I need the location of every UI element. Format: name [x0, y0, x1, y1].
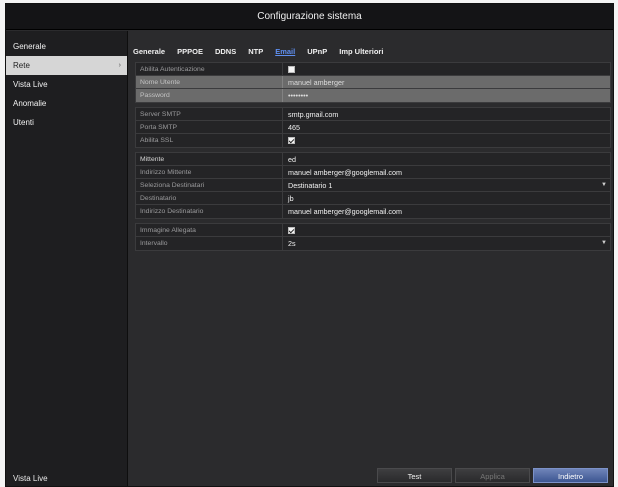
sender-address-row: Indirizzo Mittente manuel amberger@googl…: [136, 166, 610, 179]
username-row: Nome Utente manuel amberger: [136, 76, 610, 89]
config-window: Configurazione sistema Generale Rete › V…: [5, 3, 614, 487]
dropdown-arrow-icon: ▼: [601, 240, 607, 246]
test-button[interactable]: Test: [377, 468, 452, 483]
tab-email[interactable]: Email: [275, 45, 295, 59]
ssl-label: Abilita SSL: [136, 134, 283, 147]
sidebar-item-label: Generale: [13, 42, 46, 51]
interval-label: Intervallo: [136, 237, 283, 250]
email-settings-form: Abilita Autenticazione Nome Utente manue…: [135, 62, 611, 255]
sidebar-item-rete[interactable]: Rete ›: [6, 56, 127, 75]
password-label: Password: [136, 89, 283, 102]
recipient-select[interactable]: Destinatario 1 ▼: [283, 179, 610, 191]
sender-group: Mittente ed Indirizzo Mittente manuel am…: [135, 152, 611, 219]
port-field[interactable]: 465: [283, 121, 610, 133]
select-recipient-label: Seleziona Destinatari: [136, 179, 283, 191]
smtp-row: Server SMTP smtp.gmail.com: [136, 108, 610, 121]
attachment-group: Immagine Allegata Intervallo 2s ▼: [135, 223, 611, 251]
sidebar-item-label: Rete: [13, 61, 30, 70]
port-row: Porta SMTP 465: [136, 121, 610, 134]
recipient-row: Destinatario jb: [136, 192, 610, 205]
interval-select-value: 2s: [288, 239, 296, 248]
select-recipient-row: Seleziona Destinatari Destinatario 1 ▼: [136, 179, 610, 192]
attachment-label: Immagine Allegata: [136, 224, 283, 236]
sidebar-item-label: Utenti: [13, 118, 34, 127]
ssl-row: Abilita SSL: [136, 134, 610, 147]
sidebar-bottom-vista-live[interactable]: Vista Live: [13, 474, 48, 483]
auth-label: Abilita Autenticazione: [136, 63, 283, 75]
recipient-address-field[interactable]: manuel amberger@googlemail.com: [283, 205, 610, 218]
server-group: Server SMTP smtp.gmail.com Porta SMTP 46…: [135, 107, 611, 148]
recipient-address-label: Indirizzo Destinatario: [136, 205, 283, 218]
interval-select[interactable]: 2s ▼: [283, 237, 610, 250]
tab-upnp[interactable]: UPnP: [307, 45, 327, 59]
username-label: Nome Utente: [136, 76, 283, 88]
password-row: Password ••••••••: [136, 89, 610, 102]
tab-imp-ulteriori[interactable]: Imp Ulteriori: [339, 45, 383, 59]
back-button[interactable]: Indietro: [533, 468, 608, 483]
settings-panel: Generale PPPOE DDNS NTP Email UPnP Imp U…: [129, 31, 613, 486]
interval-row: Intervallo 2s ▼: [136, 237, 610, 250]
sidebar-item-vista-live[interactable]: Vista Live: [6, 75, 127, 94]
button-bar: Test Applica Indietro: [377, 468, 608, 483]
sidebar-item-label: Anomalie: [13, 99, 47, 108]
auth-group: Abilita Autenticazione Nome Utente manue…: [135, 62, 611, 103]
smtp-field[interactable]: smtp.gmail.com: [283, 108, 610, 120]
dropdown-arrow-icon: ▼: [601, 182, 607, 188]
port-label: Porta SMTP: [136, 121, 283, 133]
tab-bar: Generale PPPOE DDNS NTP Email UPnP Imp U…: [133, 45, 383, 59]
tab-ddns[interactable]: DDNS: [215, 45, 236, 59]
chevron-right-icon: ›: [118, 62, 121, 69]
recipient-field[interactable]: jb: [283, 192, 610, 204]
attachment-row: Immagine Allegata: [136, 224, 610, 237]
attachment-checkbox[interactable]: [288, 227, 295, 234]
tab-ntp[interactable]: NTP: [248, 45, 263, 59]
sidebar-item-utenti[interactable]: Utenti: [6, 113, 127, 132]
sender-field[interactable]: ed: [283, 153, 610, 165]
sidebar-item-anomalie[interactable]: Anomalie: [6, 94, 127, 113]
sidebar: Generale Rete › Vista Live Anomalie Uten…: [6, 31, 128, 486]
sender-address-label: Indirizzo Mittente: [136, 166, 283, 178]
sender-label: Mittente: [136, 153, 283, 165]
recipient-address-row: Indirizzo Destinatario manuel amberger@g…: [136, 205, 610, 218]
tab-pppoe[interactable]: PPPOE: [177, 45, 203, 59]
apply-button[interactable]: Applica: [455, 468, 530, 483]
sender-row: Mittente ed: [136, 153, 610, 166]
tab-generale[interactable]: Generale: [133, 45, 165, 59]
sidebar-item-generale[interactable]: Generale: [6, 37, 127, 56]
auth-row: Abilita Autenticazione: [136, 63, 610, 76]
smtp-label: Server SMTP: [136, 108, 283, 120]
auth-checkbox[interactable]: [288, 66, 295, 73]
password-field[interactable]: ••••••••: [283, 89, 610, 102]
username-field[interactable]: manuel amberger: [283, 76, 610, 88]
recipient-select-value: Destinatario 1: [288, 181, 333, 190]
recipient-label: Destinatario: [136, 192, 283, 204]
sidebar-item-label: Vista Live: [13, 80, 48, 89]
sender-address-field[interactable]: manuel amberger@googlemail.com: [283, 166, 610, 178]
window-title: Configurazione sistema: [6, 4, 613, 30]
ssl-checkbox[interactable]: [288, 137, 295, 144]
